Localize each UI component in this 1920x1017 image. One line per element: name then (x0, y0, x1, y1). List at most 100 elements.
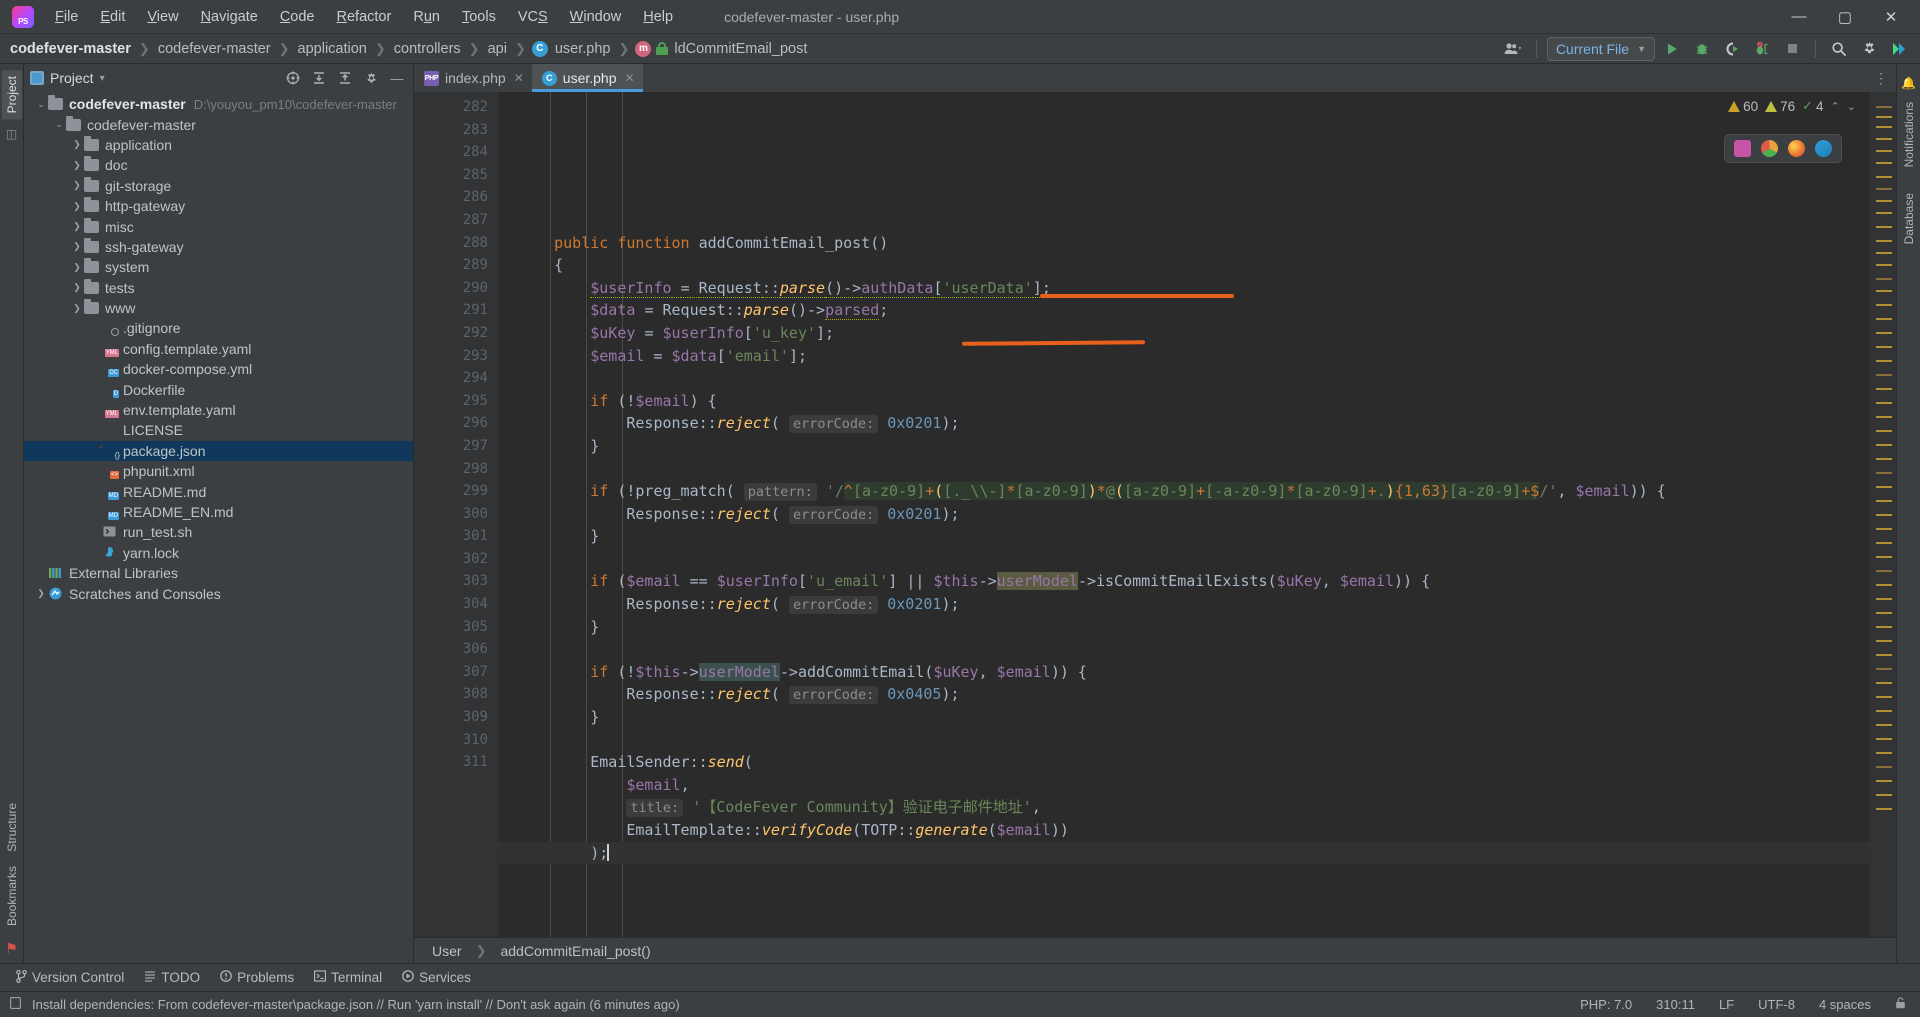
run-configuration-selector[interactable]: Current File ▼ (1547, 37, 1655, 61)
tool-window-todo[interactable]: TODO (136, 967, 208, 988)
chevron-right-icon[interactable]: ❯ (70, 222, 84, 231)
code-line-290[interactable]: if (!$email) { (498, 390, 1870, 413)
code-line-301[interactable] (498, 638, 1870, 661)
line-number-285[interactable]: 285 (414, 164, 498, 187)
tree-item-config-template-yaml[interactable]: YMLconfig.template.yaml (24, 339, 413, 359)
line-number-305[interactable]: 305 (414, 616, 498, 639)
code-line-296[interactable]: } (498, 525, 1870, 548)
error-stripe-mark[interactable] (1876, 808, 1892, 810)
error-stripe-mark[interactable] (1876, 176, 1892, 178)
chrome-browser-icon[interactable] (1761, 140, 1778, 157)
line-number-291[interactable]: 291 (414, 299, 498, 322)
error-stripe-mark[interactable] (1876, 780, 1892, 782)
code-line-294[interactable]: if (!preg_match( pattern: '/^[a-z0-9]+([… (498, 480, 1870, 503)
error-stripe-mark[interactable] (1876, 416, 1892, 418)
line-number-307[interactable]: 307 (414, 661, 498, 684)
error-stripe-mark[interactable] (1876, 458, 1892, 460)
error-stripe-mark[interactable] (1876, 682, 1892, 684)
tree-item-www[interactable]: ❯www (24, 298, 413, 318)
expand-all-icon[interactable] (309, 68, 329, 88)
line-number-296[interactable]: 296⊡ (414, 412, 498, 435)
tool-tab-notifications[interactable]: Notifications (1899, 96, 1919, 173)
tool-window-terminal[interactable]: Terminal (306, 967, 390, 988)
line-number-301[interactable]: 301 (414, 525, 498, 548)
error-stripe-mark[interactable] (1876, 116, 1892, 118)
tree-item-tests[interactable]: ❯tests (24, 278, 413, 298)
menu-navigate[interactable]: Navigate (190, 5, 269, 29)
collapse-all-icon[interactable] (335, 68, 355, 88)
firefox-browser-icon[interactable] (1788, 140, 1805, 157)
tree-item-doc[interactable]: ❯doc (24, 155, 413, 175)
error-stripe-mark[interactable] (1876, 710, 1892, 712)
error-stripe-mark[interactable] (1876, 444, 1892, 446)
error-stripe-mark[interactable] (1876, 188, 1892, 190)
error-stripe-mark[interactable] (1876, 542, 1892, 544)
tree-item-codefever-master[interactable]: ⌄codefever-masterD:\youyou_pm10\codefeve… (24, 94, 413, 114)
code-line-311[interactable] (498, 864, 1870, 887)
error-stripe-mark[interactable] (1876, 528, 1892, 530)
status-caret-position[interactable]: 310:11 (1652, 995, 1699, 1014)
breadcrumb-item-0[interactable]: codefever-master (8, 41, 133, 57)
search-everywhere-icon[interactable] (1826, 37, 1852, 61)
menu-vcs[interactable]: VCS (507, 5, 559, 29)
line-number-306[interactable]: 306⊟ (414, 638, 498, 661)
error-stripe-mark[interactable] (1876, 290, 1892, 292)
chevron-right-icon[interactable]: ❯ (70, 283, 84, 292)
error-stripe-mark[interactable] (1876, 696, 1892, 698)
code-line-299[interactable]: Response::reject( errorCode: 0x0201); (498, 593, 1870, 616)
status-encoding[interactable]: UTF-8 (1754, 995, 1799, 1014)
chevron-down-icon[interactable]: ⌄ (52, 120, 66, 129)
breadcrumb-method[interactable]: addCommitEmail_post() (492, 943, 658, 959)
line-number-297[interactable]: 297 (414, 435, 498, 458)
select-opened-file-icon[interactable] (283, 68, 303, 88)
chevron-right-icon[interactable]: ❯ (70, 181, 84, 190)
error-stripe-mark[interactable] (1876, 318, 1892, 320)
tool-window-version-control[interactable]: Version Control (8, 967, 132, 989)
menu-edit[interactable]: Edit (89, 5, 136, 29)
chevron-down-icon[interactable]: ⌄ (34, 100, 48, 109)
tool-tab-project[interactable]: Project (2, 70, 22, 119)
open-in-browser-popup[interactable] (1724, 134, 1842, 163)
run-icon[interactable] (1659, 37, 1685, 61)
inspection-typos[interactable]: ✓ 4 (1802, 98, 1823, 114)
editor-tabs-more-icon[interactable]: ⋮ (1864, 64, 1896, 92)
code-line-300[interactable]: } (498, 616, 1870, 639)
error-stripe-mark[interactable] (1876, 766, 1892, 768)
tool-tab-structure[interactable]: Structure (2, 797, 22, 858)
tree-item-gitignore[interactable]: .gitignore (24, 318, 413, 338)
line-number-303[interactable]: 303 (414, 570, 498, 593)
line-number-293[interactable]: 293 (414, 345, 498, 368)
line-number-310[interactable]: 310⊡ (414, 729, 498, 752)
line-number-282[interactable]: 282 (414, 96, 498, 119)
error-stripe-mark[interactable] (1876, 514, 1892, 516)
debug-icon[interactable] (1689, 37, 1715, 61)
tool-window-problems[interactable]: Problems (212, 967, 302, 988)
line-number-295[interactable]: 295 (414, 390, 498, 413)
status-php-version[interactable]: PHP: 7.0 (1576, 995, 1636, 1014)
error-stripe-mark[interactable] (1876, 724, 1892, 726)
line-number-290[interactable]: 290⊟ (414, 277, 498, 300)
line-number-286[interactable]: 286 (414, 186, 498, 209)
code-line-302[interactable]: if (!$this->userModel->addCommitEmail($u… (498, 661, 1870, 684)
inspection-weak-warnings[interactable]: 76 (1765, 99, 1795, 114)
tree-item-system[interactable]: ❯system (24, 257, 413, 277)
error-stripe-mark[interactable] (1876, 626, 1892, 628)
line-number-309[interactable]: 309 (414, 706, 498, 729)
breadcrumb-item-4[interactable]: api (486, 41, 509, 57)
error-stripe-mark[interactable] (1876, 200, 1892, 202)
hide-panel-icon[interactable]: — (387, 68, 407, 88)
chevron-right-icon[interactable]: ❯ (70, 242, 84, 251)
tree-item-misc[interactable]: ❯misc (24, 216, 413, 236)
code-line-291[interactable]: Response::reject( errorCode: 0x0201); (498, 412, 1870, 435)
code-line-308[interactable]: title: '【CodeFever Community】验证电子邮件地址', (498, 796, 1870, 819)
menu-code[interactable]: Code (269, 5, 326, 29)
chevron-right-icon[interactable]: ❯ (70, 140, 84, 149)
breadcrumb-item-5[interactable]: user.php (553, 41, 613, 57)
error-stripe-mark[interactable] (1876, 106, 1892, 108)
error-stripe-mark[interactable] (1876, 794, 1892, 796)
code-line-287[interactable]: $uKey = $userInfo['u_key']; (498, 322, 1870, 345)
tree-item-readme-en-md[interactable]: MDREADME_EN.md (24, 502, 413, 522)
maximize-button[interactable]: ▢ (1822, 1, 1868, 33)
tree-item-scratches-and-consoles[interactable]: ❯Scratches and Consoles (24, 583, 413, 603)
code-line-286[interactable]: $data = Request::parse()->parsed; (498, 299, 1870, 322)
